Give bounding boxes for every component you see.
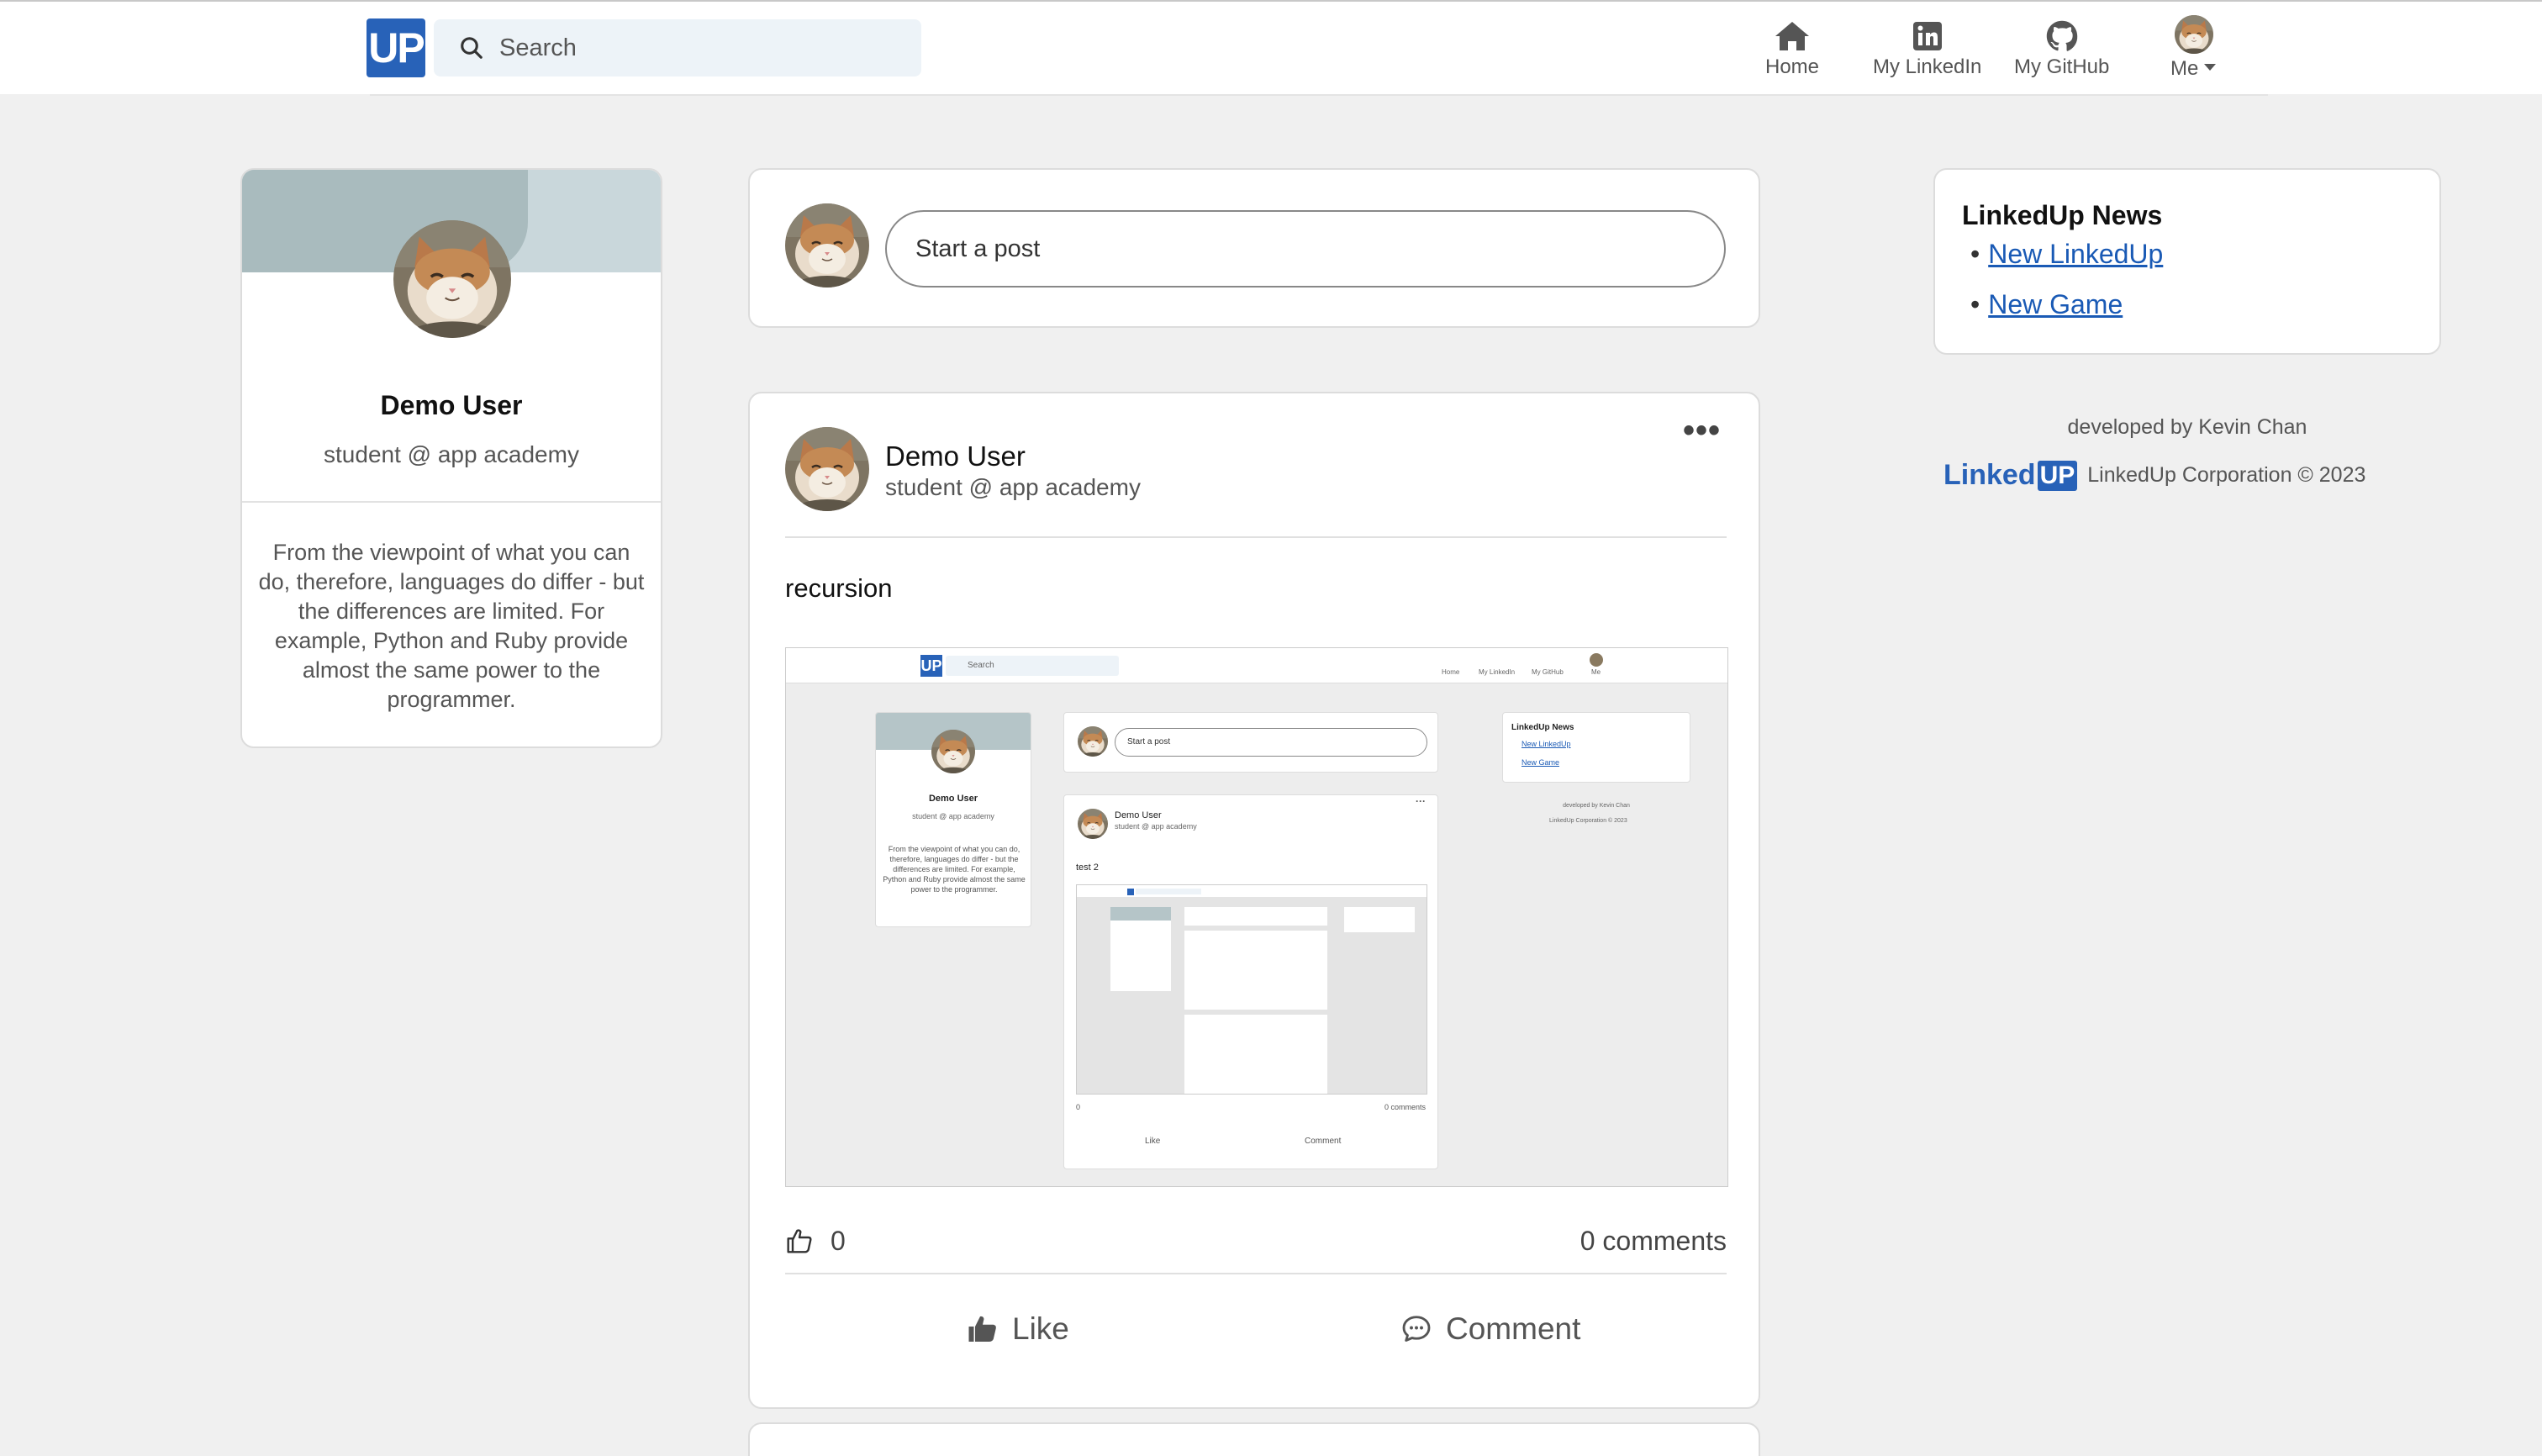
profile-card: Demo User student @ app academy From the… [240,168,662,748]
thumbs-up-icon [968,1316,996,1342]
search-icon [461,37,483,59]
avatar [1590,653,1603,667]
post-card: Demo User student @ app academy ••• recu… [748,392,1760,1409]
profile-name: Demo User [380,390,523,420]
nav-divider [370,94,2268,96]
image-like-button: Like [1145,1137,1161,1146]
nav-my-github[interactable]: My GitHub [2014,20,2109,79]
image-news-link: New Game [1522,758,1560,767]
post-author-title: student @ app academy [885,474,1141,500]
bullet: • [1970,289,1980,319]
image-profile-title: student @ app academy [912,812,994,820]
comments-count[interactable]: 0 comments [1580,1226,1727,1257]
brand-box: UP [2037,460,2078,491]
image-developer: developed by Kevin Chan [1563,803,1630,809]
post-author-avatar[interactable] [785,427,869,511]
image-composer: Start a post [1063,712,1438,773]
image-post: Demo User student @ app academy ··· test… [1063,794,1438,1169]
corporation-footer: Linked UP LinkedUp Corporation © 2023 [1943,459,2365,492]
corporation-text: LinkedUp Corporation © 2023 [2087,463,2366,487]
post-stats: 0 0 comments [785,1224,1727,1261]
post-body: recursion [785,573,893,603]
divider [785,1273,1727,1274]
chevron-down-icon [2204,64,2217,71]
nav-me[interactable]: Me [2170,15,2217,81]
divider [242,501,661,503]
comment-button[interactable]: Comment [1400,1311,1580,1347]
nav-me-label: Me [2170,57,2199,80]
search-input[interactable] [499,34,886,62]
image-nav-home: Home [1442,668,1460,676]
comment-icon [1402,1316,1431,1342]
news-link-new-linkedup[interactable]: New LinkedUp [1988,239,2163,270]
image-nav-github: My GitHub [1532,668,1564,676]
image-news-link: New LinkedUp [1522,740,1571,748]
nav-my-github-label: My GitHub [2014,55,2110,78]
image-nav: UP Search Home My LinkedIn My GitHub Me [786,648,1727,683]
image-nested-screenshot [1076,884,1427,1095]
developer-credit: developed by Kevin Chan [2067,415,2307,439]
image-comment-button: Comment [1305,1137,1342,1146]
profile-bio: From the viewpoint of what you can do, t… [258,540,645,712]
image-composer-input: Start a post [1115,728,1427,757]
logo[interactable]: UP [367,18,425,77]
news-card: LinkedUp News • New LinkedUp • New Game [1933,168,2441,355]
profile-title: student @ app academy [324,441,579,467]
news-title: LinkedUp News [1962,200,2163,230]
thumbs-up-outline-icon [787,1229,812,1253]
linkedin-icon [1912,22,1942,50]
avatar [2174,15,2213,54]
more-options-icon[interactable]: ••• [1683,412,1721,450]
news-item: • New Game [1970,289,2123,320]
image-post-body: test 2 [1076,863,1099,873]
nav-my-linkedin[interactable]: My LinkedIn [1873,20,1981,79]
like-button[interactable]: Like [967,1311,1069,1347]
home-icon [1775,22,1810,50]
news-item: • New LinkedUp [1970,239,2163,270]
image-profile-bio: From the viewpoint of what you can do, t… [883,845,1026,894]
avatar [785,203,869,288]
post-image[interactable]: UP Search Home My LinkedIn My GitHub Me … [785,647,1728,1187]
image-news-title: LinkedUp News [1511,723,1574,732]
nav-my-linkedin-label: My LinkedIn [1873,55,1982,78]
brand-text: Linked [1943,459,2036,491]
image-profile-name: Demo User [928,794,978,804]
avatar [1078,726,1108,757]
avatar [1078,809,1108,839]
start-post-button[interactable]: Start a post [885,210,1726,288]
image-post-likes: 0 [1076,1103,1081,1111]
image-post-subtitle: student @ app academy [1115,822,1197,831]
bullet: • [1970,239,1980,269]
linkedup-logo: Linked UP [1943,459,2078,492]
image-logo: UP [920,655,942,677]
like-label: Like [1012,1311,1069,1346]
image-search: Search [946,656,1119,676]
post-card [748,1422,1760,1456]
nav-home[interactable]: Home [1765,20,1819,79]
image-nav-me: Me [1591,668,1601,676]
image-post-comments: 0 comments [1384,1103,1426,1111]
image-corporation: LinkedUp Corporation © 2023 [1549,818,1627,824]
post-composer: Start a post [748,168,1760,328]
comment-label: Comment [1446,1311,1581,1346]
post-author[interactable]: Demo User [885,440,1026,472]
profile-avatar[interactable] [393,220,511,338]
divider [785,536,1727,538]
avatar [931,730,975,773]
image-nav-linkedin: My LinkedIn [1479,668,1516,676]
image-news: LinkedUp News New LinkedUp New Game [1502,712,1690,783]
image-profile-card: Demo User student @ app academy From the… [875,712,1031,927]
top-nav: UP Home My LinkedIn My GitHub Me [0,0,2542,96]
search-bar[interactable] [434,19,921,76]
image-post-author: Demo User [1115,810,1162,820]
news-link-new-game[interactable]: New Game [1988,289,2123,320]
more-options-icon: ··· [1416,795,1426,807]
nav-home-label: Home [1765,55,1820,78]
likes-count: 0 [831,1226,846,1256]
github-icon [2046,20,2077,51]
